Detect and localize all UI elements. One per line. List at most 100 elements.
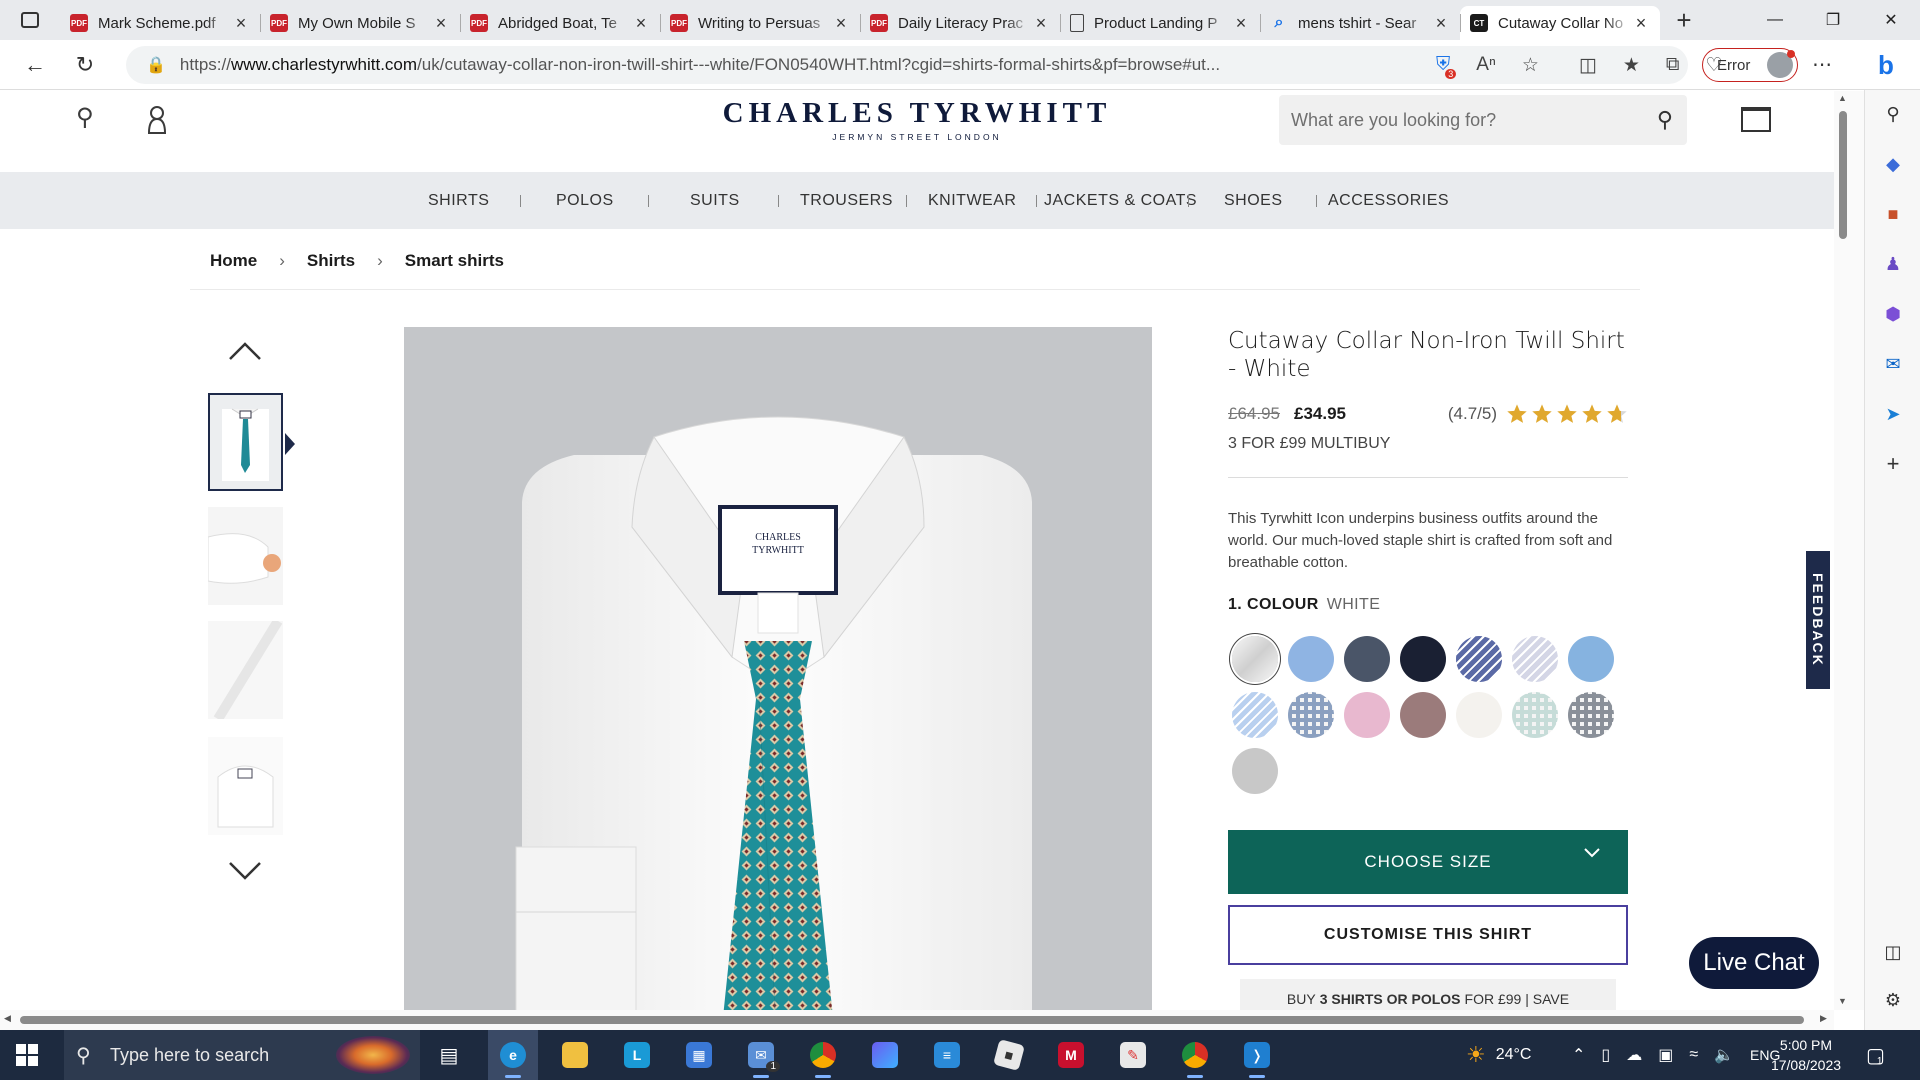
close-tab-icon[interactable]: × xyxy=(1632,13,1650,34)
customise-shirt-button[interactable]: CUSTOMISE THIS SHIRT xyxy=(1228,905,1628,965)
colour-swatch[interactable] xyxy=(1400,692,1446,738)
chrome-profile-icon[interactable] xyxy=(1170,1030,1220,1080)
taskbar-search-input[interactable]: ⚲ Type here to search xyxy=(64,1030,420,1080)
close-window-button[interactable]: ✕ xyxy=(1862,0,1920,40)
product-main-image[interactable]: CHARLES TYRWHITT xyxy=(404,327,1152,1010)
shortcut-app-icon[interactable] xyxy=(860,1030,910,1080)
blue-app-icon[interactable]: ≡ xyxy=(922,1030,972,1080)
close-tab-icon[interactable]: × xyxy=(232,13,250,34)
clock[interactable]: 5:00 PM 17/08/2023 xyxy=(1768,1035,1844,1075)
store-locator-icon[interactable]: ⚲ xyxy=(76,103,94,132)
edge-app-icon[interactable]: e xyxy=(488,1030,538,1080)
browser-tab[interactable]: PDF Abridged Boat, Te × xyxy=(460,6,660,40)
site-search-input[interactable]: What are you looking for? ⚲ xyxy=(1279,95,1687,145)
more-menu-icon[interactable]: ⋯ xyxy=(1812,52,1833,77)
restore-button[interactable]: ❐ xyxy=(1804,0,1862,40)
close-tab-icon[interactable]: × xyxy=(1032,13,1050,34)
new-tab-button[interactable]: + xyxy=(1664,5,1704,36)
chevron-up-icon[interactable]: ⌃ xyxy=(1572,1045,1585,1065)
wifi-icon[interactable]: ≈ xyxy=(1689,1046,1698,1064)
scroll-left-icon[interactable]: ◀ xyxy=(4,1013,11,1024)
colour-swatch[interactable] xyxy=(1512,636,1558,682)
colour-swatch[interactable] xyxy=(1232,748,1278,794)
settings-icon[interactable]: ⚙ xyxy=(1881,988,1905,1012)
close-tab-icon[interactable]: × xyxy=(632,13,650,34)
minimize-button[interactable]: — xyxy=(1746,0,1804,40)
onedrive-icon[interactable]: ☁ xyxy=(1626,1045,1642,1065)
url-field[interactable]: 🔒 https://www.charlestyrwhitt.com/uk/cut… xyxy=(126,46,1723,84)
store-icon[interactable]: ▦ xyxy=(674,1030,724,1080)
outlook-icon[interactable]: ✉ xyxy=(1881,352,1905,376)
colour-swatch[interactable] xyxy=(1344,636,1390,682)
breadcrumb-home[interactable]: Home xyxy=(210,251,257,271)
refresh-button[interactable]: ↻ xyxy=(60,52,110,78)
nav-polos[interactable]: POLOS xyxy=(556,172,614,229)
shopping-bag-icon[interactable] xyxy=(1741,107,1771,132)
vertical-scrollbar[interactable]: ▲ ▼ xyxy=(1834,91,1864,1010)
notifications-icon[interactable]: ▢ 1 xyxy=(1866,1030,1885,1080)
browser-tab[interactable]: PDF Mark Scheme.pdf × xyxy=(60,6,260,40)
chrome-icon[interactable] xyxy=(798,1030,848,1080)
brand-logo[interactable]: CHARLES TYRWHITT JERMYN STREET LONDON xyxy=(722,97,1112,142)
scrollbar-thumb[interactable] xyxy=(1839,111,1847,239)
close-tab-icon[interactable]: × xyxy=(1232,13,1250,34)
thumbnail-fabric[interactable] xyxy=(208,621,283,719)
close-tab-icon[interactable]: × xyxy=(1432,13,1450,34)
rating[interactable]: (4.7/5) xyxy=(1448,403,1628,425)
display-icon[interactable]: ▣ xyxy=(1658,1045,1673,1065)
tag-icon[interactable]: ◆ xyxy=(1881,152,1905,176)
nav-shoes[interactable]: SHOES xyxy=(1224,172,1283,229)
profile-error-button[interactable]: Error xyxy=(1702,48,1798,82)
l-app-icon[interactable]: L xyxy=(612,1030,662,1080)
search-icon[interactable]: ⚲ xyxy=(1657,107,1673,133)
browser-tab[interactable]: PDF Daily Literacy Prac × xyxy=(860,6,1060,40)
collections-icon[interactable]: ⧉ xyxy=(1666,54,1680,76)
send-icon[interactable]: ➤ xyxy=(1881,402,1905,426)
toolbox-icon[interactable]: ■ xyxy=(1881,202,1905,226)
search-icon[interactable]: ⚲ xyxy=(1881,102,1905,126)
scroll-up-icon[interactable]: ▲ xyxy=(1838,93,1847,103)
choose-size-button[interactable]: CHOOSE SIZE xyxy=(1228,830,1628,894)
vscode-icon[interactable]: ❭ xyxy=(1232,1030,1282,1080)
colour-swatch[interactable] xyxy=(1344,692,1390,738)
nav-jackets-coats[interactable]: JACKETS & COATS xyxy=(1044,172,1197,229)
thumbnail-cuff[interactable] xyxy=(208,507,283,605)
multibuy-promo-banner[interactable]: BUY 3 SHIRTS OR POLOS FOR £99 | SAVE xyxy=(1240,979,1616,1010)
nav-shirts[interactable]: SHIRTS xyxy=(428,172,489,229)
close-tab-icon[interactable]: × xyxy=(432,13,450,34)
breadcrumb-smart-shirts[interactable]: Smart shirts xyxy=(405,251,504,271)
colour-swatch[interactable] xyxy=(1232,636,1278,682)
volume-icon[interactable]: 🔈 xyxy=(1714,1045,1734,1065)
games-icon[interactable]: ♟ xyxy=(1881,252,1905,276)
colour-swatch[interactable] xyxy=(1288,636,1334,682)
paint-icon[interactable]: ✎ xyxy=(1108,1030,1158,1080)
mcafee-icon[interactable]: M xyxy=(1046,1030,1096,1080)
horizontal-scrollbar[interactable]: ◀ ▶ xyxy=(0,1010,1834,1030)
colour-swatch[interactable] xyxy=(1232,692,1278,738)
tab-actions-icon[interactable] xyxy=(0,0,60,40)
roblox-icon[interactable]: ■ xyxy=(984,1030,1034,1080)
nav-suits[interactable]: SUITS xyxy=(690,172,740,229)
colour-swatch[interactable] xyxy=(1456,692,1502,738)
scroll-right-icon[interactable]: ▶ xyxy=(1820,1013,1827,1024)
colour-swatch[interactable] xyxy=(1400,636,1446,682)
browser-tab[interactable]: PDF My Own Mobile S × xyxy=(260,6,460,40)
colour-swatch[interactable] xyxy=(1568,636,1614,682)
thumbnail-collar[interactable] xyxy=(208,737,283,835)
live-chat-button[interactable]: Live Chat xyxy=(1689,937,1819,989)
colour-swatch[interactable] xyxy=(1456,636,1502,682)
panel-icon[interactable]: ◫ xyxy=(1881,940,1905,964)
copilot-app-icon[interactable]: ⬢ xyxy=(1881,302,1905,326)
split-screen-icon[interactable]: ◫ xyxy=(1579,54,1597,77)
feedback-tab[interactable]: FEEDBACK xyxy=(1806,551,1830,689)
colour-swatch[interactable] xyxy=(1568,692,1614,738)
nav-accessories[interactable]: ACCESSORIES xyxy=(1328,172,1449,229)
colour-swatch[interactable] xyxy=(1512,692,1558,738)
back-button[interactable]: ← xyxy=(10,52,60,78)
task-view-icon[interactable]: ▤ xyxy=(424,1030,474,1080)
browser-tab[interactable]: ⌕ mens tshirt - Sear × xyxy=(1260,6,1460,40)
close-tab-icon[interactable]: × xyxy=(832,13,850,34)
nav-knitwear[interactable]: KNITWEAR xyxy=(928,172,1016,229)
start-icon[interactable] xyxy=(16,1044,38,1066)
scrollbar-thumb[interactable] xyxy=(20,1016,1804,1024)
